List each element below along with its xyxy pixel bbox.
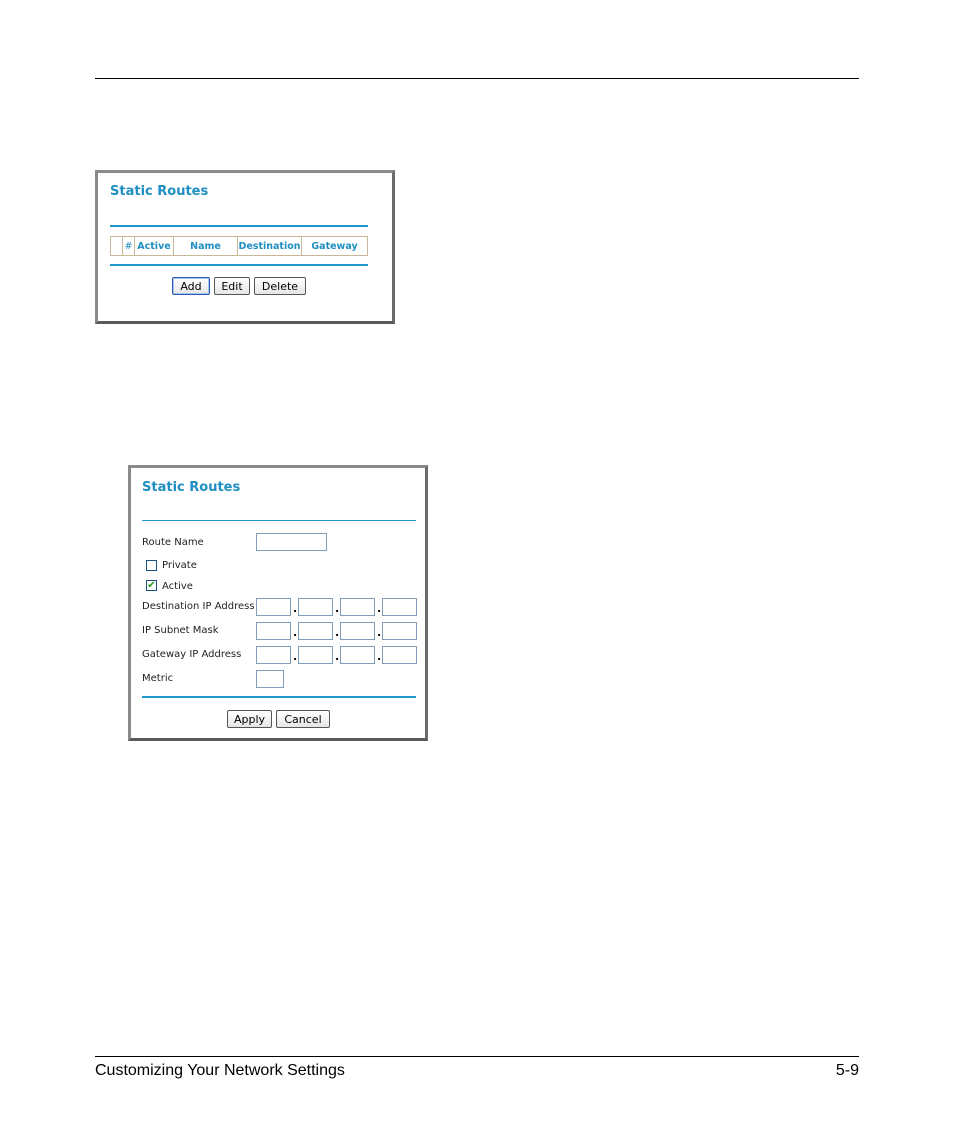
subnet-mask-octet-2[interactable] — [298, 622, 333, 640]
route-name-input[interactable] — [256, 533, 327, 551]
column-header-gateway: Gateway — [311, 240, 358, 252]
octet-separator: . — [293, 626, 298, 639]
octet-separator: . — [293, 602, 298, 615]
delete-button[interactable]: Delete — [254, 277, 306, 295]
column-header-active: Active — [135, 237, 174, 255]
metric-label: Metric — [142, 673, 174, 684]
destination-ip-octet-3[interactable] — [340, 598, 375, 616]
check-icon: ✔ — [147, 580, 156, 591]
routes-table-header: # Active Name Destination Gateway — [110, 236, 368, 256]
gateway-ip-label: Gateway IP Address — [142, 649, 242, 660]
gateway-ip-octet-2[interactable] — [298, 646, 333, 664]
footer-page-number: 5-9 — [835, 1062, 859, 1079]
divider — [110, 264, 368, 266]
destination-ip-octet-1[interactable] — [256, 598, 291, 616]
destination-ip-label: Destination IP Address — [142, 601, 255, 612]
subnet-mask-octet-4[interactable] — [382, 622, 417, 640]
gateway-ip-octet-4[interactable] — [382, 646, 417, 664]
column-header-number: # — [123, 237, 135, 255]
gateway-ip-octet-1[interactable] — [256, 646, 291, 664]
destination-ip-octet-2[interactable] — [298, 598, 333, 616]
panel-title: Static Routes — [142, 480, 241, 495]
cancel-button[interactable]: Cancel — [276, 710, 330, 728]
edit-button[interactable]: Edit — [214, 277, 250, 295]
octet-separator: . — [377, 602, 382, 615]
static-route-form-panel: Static Routes Route Name Private ✔ Activ… — [128, 465, 428, 741]
active-checkbox[interactable]: ✔ — [146, 580, 157, 591]
octet-separator: . — [335, 650, 340, 663]
active-label: Active — [162, 581, 193, 592]
footer-rule — [95, 1056, 859, 1057]
static-routes-list-panel: Static Routes # Active Name Destination … — [95, 170, 395, 324]
footer-section-title: Customizing Your Network Settings — [95, 1062, 345, 1079]
private-label: Private — [162, 560, 197, 571]
subnet-mask-octet-1[interactable] — [256, 622, 291, 640]
divider — [142, 696, 416, 698]
add-button[interactable]: Add — [172, 277, 210, 295]
private-checkbox[interactable] — [146, 560, 157, 571]
column-header-select — [111, 237, 123, 255]
column-header-destination: Destination — [238, 237, 302, 255]
octet-separator: . — [377, 650, 382, 663]
column-header-name: Name — [174, 237, 238, 255]
destination-ip-octet-4[interactable] — [382, 598, 417, 616]
divider — [110, 225, 368, 227]
header-rule — [95, 78, 859, 79]
octet-separator: . — [377, 626, 382, 639]
gateway-ip-octet-3[interactable] — [340, 646, 375, 664]
subnet-mask-octet-3[interactable] — [340, 622, 375, 640]
divider — [142, 520, 416, 521]
apply-button[interactable]: Apply — [227, 710, 272, 728]
octet-separator: . — [293, 650, 298, 663]
metric-input[interactable] — [256, 670, 284, 688]
panel-title: Static Routes — [110, 184, 209, 199]
subnet-mask-label: IP Subnet Mask — [142, 625, 219, 636]
octet-separator: . — [335, 626, 340, 639]
octet-separator: . — [335, 602, 340, 615]
route-name-label: Route Name — [142, 537, 204, 548]
